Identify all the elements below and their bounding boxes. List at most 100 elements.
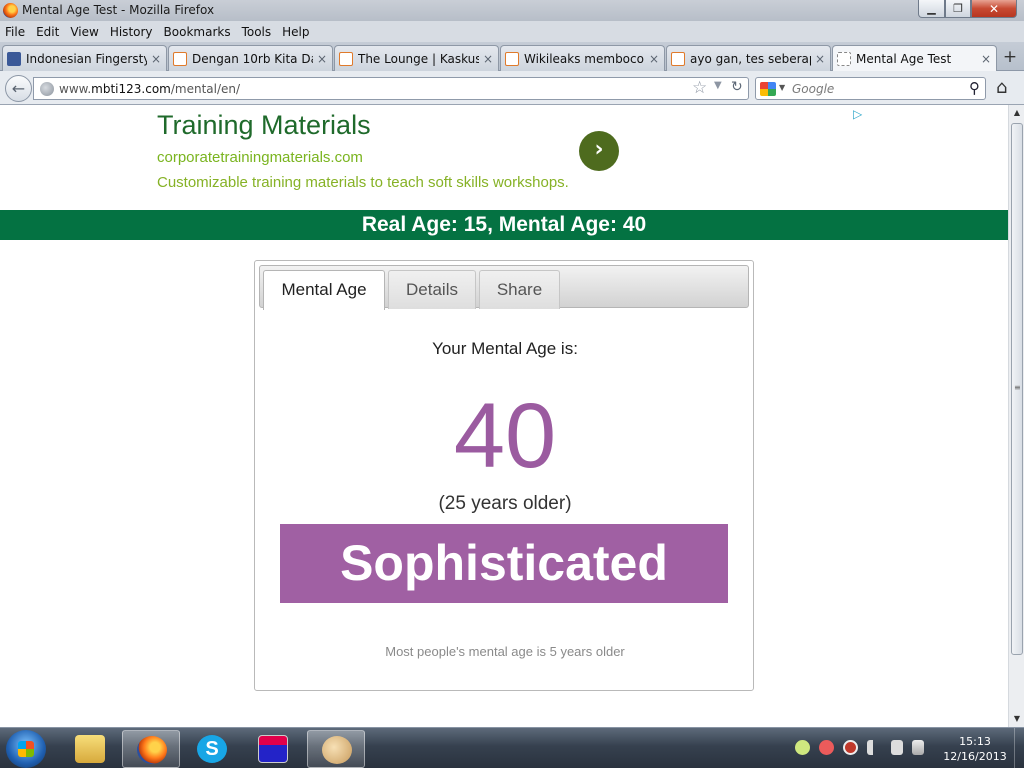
menu-help[interactable]: Help xyxy=(282,25,309,39)
kaskus-icon xyxy=(339,51,353,66)
bookmark-star-icon[interactable]: ☆ xyxy=(692,78,707,98)
tab-label: ayo gan, tes seberapa... xyxy=(690,51,811,66)
network-icon[interactable] xyxy=(891,740,903,755)
taskbar-skype-button[interactable]: S xyxy=(183,730,241,768)
windows-logo-icon xyxy=(18,741,34,757)
title-bar: Mental Age Test - Mozilla Firefox ▁ ❐ ✕ xyxy=(0,0,1024,21)
search-icon[interactable]: ⚲ xyxy=(969,79,980,97)
menu-bookmarks[interactable]: Bookmarks xyxy=(164,25,231,39)
new-tab-button[interactable]: + xyxy=(999,46,1021,68)
firefox-icon xyxy=(137,736,167,764)
show-desktop-button[interactable] xyxy=(1014,728,1024,768)
scroll-down-arrow-icon[interactable]: ▼ xyxy=(1009,711,1024,727)
tray-network-app-icon[interactable] xyxy=(819,740,834,755)
close-tab-icon[interactable]: × xyxy=(980,52,992,66)
taskbar-paint-button[interactable] xyxy=(307,730,365,768)
address-bar[interactable]: www.mbti123.com/mental/en/ ☆ ▼ ↻ xyxy=(33,77,749,100)
volume-icon[interactable] xyxy=(867,740,882,755)
mental-age-value: 40 xyxy=(453,385,557,487)
kaskus-icon xyxy=(671,51,685,66)
scroll-thumb[interactable]: ≡ xyxy=(1011,123,1023,655)
blank-page-icon xyxy=(837,52,851,66)
reload-icon[interactable]: ↻ xyxy=(731,79,743,95)
browser-tab[interactable]: Dengan 10rb Kita Dap... × xyxy=(168,45,333,71)
tab-details[interactable]: Details xyxy=(388,270,476,309)
minimize-button[interactable]: ▁ xyxy=(918,0,945,18)
age-difference-text: (25 years older) xyxy=(438,493,572,514)
scroll-up-arrow-icon[interactable]: ▲ xyxy=(1009,105,1024,121)
home-icon[interactable]: ⌂ xyxy=(996,77,1007,98)
paint-palette-icon xyxy=(322,736,352,764)
search-engine-dropdown-icon[interactable]: ▼ xyxy=(779,83,785,92)
maximize-button[interactable]: ❐ xyxy=(945,0,971,18)
system-tray xyxy=(795,740,924,758)
globe-icon xyxy=(40,82,54,96)
ad-arrow-button[interactable]: › xyxy=(579,131,619,171)
url-domain: mbti123.com xyxy=(91,82,171,96)
adchoices-icon[interactable]: ▷ xyxy=(853,107,862,121)
close-tab-icon[interactable]: × xyxy=(648,52,660,66)
menu-history[interactable]: History xyxy=(110,25,153,39)
menu-view[interactable]: View xyxy=(70,25,98,39)
clock-date: 12/16/2013 xyxy=(943,750,1007,763)
search-input[interactable]: Google xyxy=(792,82,834,96)
browser-tab-active[interactable]: Mental Age Test × xyxy=(832,45,997,72)
search-bar[interactable]: ▼ Google ⚲ xyxy=(755,77,986,100)
action-center-flag-icon[interactable] xyxy=(912,740,924,755)
taskbar-explorer-button[interactable] xyxy=(61,730,119,768)
facebook-icon xyxy=(7,51,21,66)
tab-share[interactable]: Share xyxy=(479,270,560,309)
start-button[interactable] xyxy=(6,730,46,768)
url-path: /mental/en/ xyxy=(170,82,241,96)
browser-tab[interactable]: Wikileaks membocor... × xyxy=(500,45,665,71)
result-card: Mental Age Details Share Your Mental Age… xyxy=(254,260,754,691)
close-tab-icon[interactable]: × xyxy=(150,52,162,66)
url-text[interactable]: www.mbti123.com/mental/en/ xyxy=(59,82,240,96)
close-tab-icon[interactable]: × xyxy=(482,52,494,66)
ad-title[interactable]: Training Materials xyxy=(157,110,371,141)
skype-icon: S xyxy=(197,735,227,763)
scroll-grip-icon: ≡ xyxy=(1014,383,1021,392)
result-tabs: Mental Age Details Share xyxy=(259,265,749,310)
firefox-icon xyxy=(3,3,18,18)
tray-antivirus-icon[interactable] xyxy=(843,740,858,755)
close-tab-icon[interactable]: × xyxy=(316,52,328,66)
menu-file[interactable]: File xyxy=(5,25,25,39)
ad-description[interactable]: Customizable training materials to teach… xyxy=(157,174,569,191)
browser-tab[interactable]: ayo gan, tes seberapa... × xyxy=(666,45,831,71)
close-tab-icon[interactable]: × xyxy=(814,52,826,66)
menu-edit[interactable]: Edit xyxy=(36,25,59,39)
app-icon xyxy=(258,735,288,763)
tray-app-icon[interactable] xyxy=(795,740,810,755)
back-button[interactable]: ← xyxy=(5,75,32,102)
clock[interactable]: 15:13 12/16/2013 xyxy=(940,734,1010,764)
browser-tab[interactable]: Indonesian Fingerstyl... × xyxy=(2,45,167,71)
kaskus-icon xyxy=(505,51,519,66)
menu-bar: File Edit View History Bookmarks Tools H… xyxy=(0,21,1024,42)
page-content: Training Materials corporatetrainingmate… xyxy=(0,105,1008,727)
tab-mental-age[interactable]: Mental Age xyxy=(263,270,385,310)
age-banner: Real Age: 15, Mental Age: 40 xyxy=(0,210,1008,240)
taskbar-firefox-button[interactable] xyxy=(122,730,180,768)
navigation-bar: ← www.mbti123.com/mental/en/ ☆ ▼ ↻ ▼ Goo… xyxy=(0,71,1024,105)
tab-label: Indonesian Fingerstyl... xyxy=(26,51,147,66)
tab-label: Mental Age Test xyxy=(856,52,952,66)
tab-label: Dengan 10rb Kita Dap... xyxy=(192,51,313,66)
tab-label: The Lounge | Kaskus ... xyxy=(358,51,479,66)
tab-strip: Indonesian Fingerstyl... × Dengan 10rb K… xyxy=(0,42,1024,72)
age-category-badge: Sophisticated xyxy=(280,524,728,603)
ad-url[interactable]: corporatetrainingmaterials.com xyxy=(157,149,363,166)
folder-icon xyxy=(75,735,105,763)
result-footnote: Most people's mental age is 5 years olde… xyxy=(385,644,625,659)
history-dropdown-icon[interactable]: ▼ xyxy=(714,80,722,91)
kaskus-icon xyxy=(173,51,187,66)
window-title: Mental Age Test - Mozilla Firefox xyxy=(22,3,215,17)
taskbar: S 15:13 12/16/2013 xyxy=(0,727,1024,768)
menu-tools[interactable]: Tools xyxy=(242,25,272,39)
close-window-button[interactable]: ✕ xyxy=(971,0,1017,18)
tab-label: Wikileaks membocor... xyxy=(524,51,645,66)
google-icon[interactable] xyxy=(760,82,776,96)
vertical-scrollbar[interactable]: ▲ ≡ ▼ xyxy=(1008,105,1024,727)
browser-tab[interactable]: The Lounge | Kaskus ... × xyxy=(334,45,499,71)
taskbar-app-button[interactable] xyxy=(244,730,302,768)
